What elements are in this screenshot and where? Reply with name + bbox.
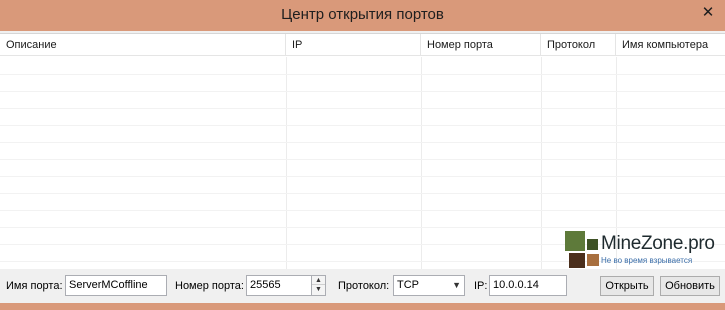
port-name-input[interactable]: ServerMCoffline	[65, 275, 167, 296]
close-icon[interactable]: ✕	[699, 4, 717, 22]
refresh-button[interactable]: Обновить	[660, 276, 720, 296]
column-divider	[421, 57, 422, 269]
ip-label: IP:	[474, 280, 488, 292]
row-divider	[0, 193, 725, 194]
column-header-computer-name[interactable]: Имя компьютера	[616, 34, 725, 56]
column-header-protocol[interactable]: Протокол	[541, 34, 616, 56]
stepper-down-icon[interactable]: ▼	[312, 285, 325, 294]
ip-input[interactable]: 10.0.0.14	[489, 275, 567, 296]
watermark-text: MineZone.pro	[601, 233, 715, 254]
stepper-up-icon[interactable]: ▲	[312, 276, 325, 285]
logo-block-icon	[565, 231, 585, 251]
port-form-toolbar: Имя порта: ServerMCoffline Номер порта: …	[0, 272, 725, 303]
port-number-label: Номер порта:	[175, 280, 244, 292]
window-bottom-border	[0, 303, 725, 310]
column-divider	[286, 57, 287, 269]
app-window: Центр открытия портов ✕ Описание IP Номе…	[0, 0, 725, 310]
column-divider	[541, 57, 542, 269]
column-header-port-number[interactable]: Номер порта	[421, 34, 541, 56]
row-divider	[0, 142, 725, 143]
row-divider	[0, 159, 725, 160]
column-header-description[interactable]: Описание	[0, 34, 286, 56]
chevron-down-icon[interactable]: ▼	[452, 276, 461, 295]
row-divider	[0, 91, 725, 92]
port-number-stepper[interactable]: ▲ ▼	[312, 275, 326, 296]
watermark-subtext: Не во время взрывается	[601, 256, 693, 265]
row-divider	[0, 227, 725, 228]
open-button[interactable]: Открыть	[600, 276, 654, 296]
protocol-selected-value: TCP	[397, 279, 419, 291]
minezone-watermark: MineZone.pro Не во время взрывается	[563, 230, 723, 272]
table-header: Описание IP Номер порта Протокол Имя ком…	[0, 34, 725, 56]
window-title: Центр открытия портов	[281, 6, 444, 23]
logo-block-icon	[587, 239, 598, 250]
logo-block-icon	[569, 253, 585, 268]
title-bar[interactable]: Центр открытия портов ✕	[0, 0, 725, 31]
port-name-label: Имя порта:	[6, 280, 63, 292]
column-header-ip[interactable]: IP	[286, 34, 421, 56]
row-divider	[0, 176, 725, 177]
protocol-select[interactable]: TCP ▼	[393, 275, 465, 296]
logo-block-icon	[587, 254, 599, 266]
row-divider	[0, 108, 725, 109]
protocol-label: Протокол:	[338, 280, 390, 292]
row-divider	[0, 74, 725, 75]
row-divider	[0, 125, 725, 126]
row-divider	[0, 210, 725, 211]
port-number-input[interactable]: 25565	[246, 275, 312, 296]
